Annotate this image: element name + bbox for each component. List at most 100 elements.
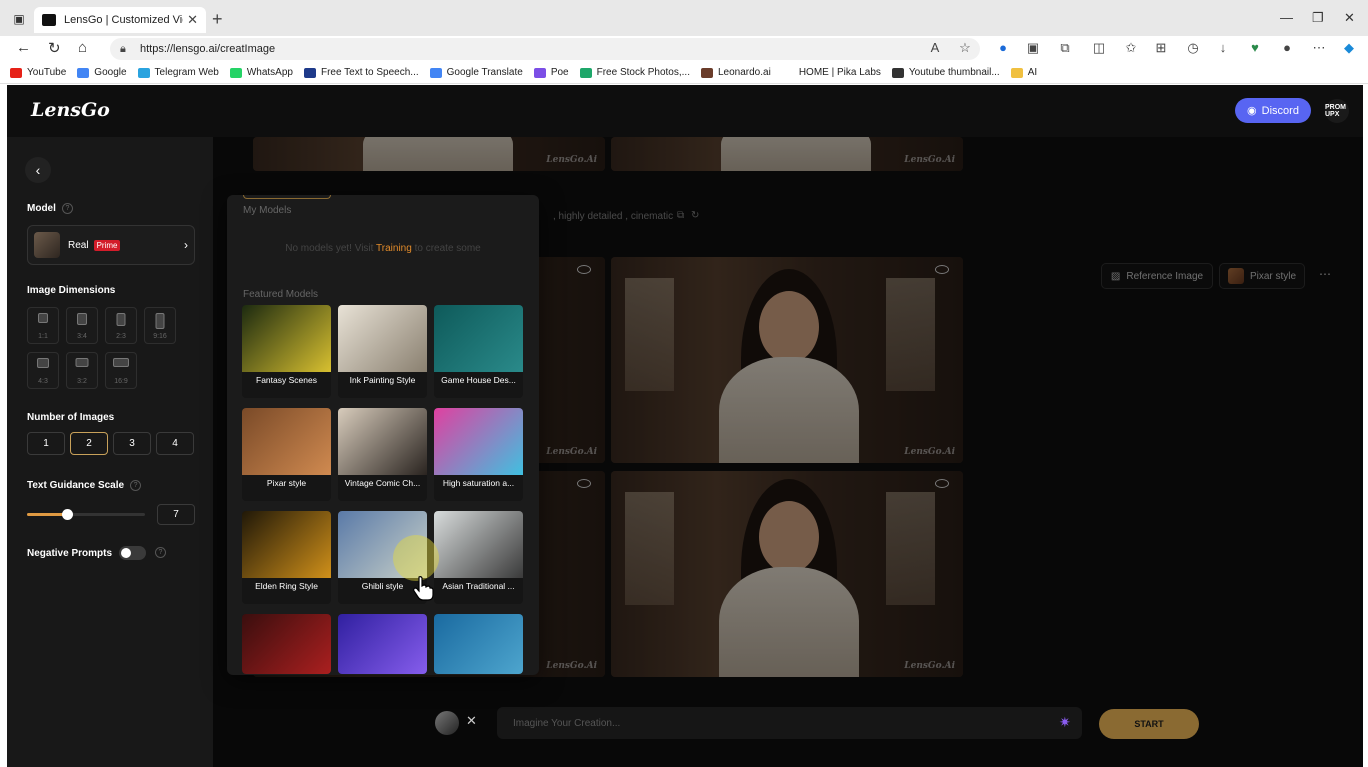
history-icon[interactable]: ◷ [1184,40,1202,56]
aspect-ratio-icon [113,358,129,367]
dimension-option[interactable]: 3:4 [66,307,98,344]
dimension-option[interactable]: 1:1 [27,307,59,344]
favorite-star-icon[interactable]: ☆ [956,40,974,56]
refresh-icon[interactable]: ↻ [48,39,61,57]
bookmark-item[interactable]: Leonardo.ai [700,67,771,78]
reference-image-button[interactable]: ▨ Reference Image [1101,263,1213,289]
more-menu-icon[interactable]: ⋯ [1310,40,1328,56]
bookmark-item[interactable]: AI [1010,67,1037,78]
guidance-slider[interactable] [27,509,145,520]
number-option[interactable]: 4 [156,432,194,455]
dimension-option[interactable]: 16:9 [105,352,137,389]
home-icon[interactable]: ⌂ [78,39,87,56]
featured-model-tile[interactable]: Elden Ring Style [242,511,331,604]
magic-wand-icon[interactable]: ✷ [1059,714,1071,731]
training-link[interactable]: Training [376,243,412,254]
favorites-icon[interactable]: ✩ [1122,40,1140,56]
restore-icon[interactable]: ❐ [1312,10,1324,26]
featured-model-tile[interactable]: High saturation a... [434,408,523,501]
help-icon[interactable]: ? [130,480,142,491]
bookmark-item[interactable]: Google Translate [429,67,523,78]
bookmark-item[interactable]: Poe [533,67,569,78]
extension-icon[interactable]: ● [994,40,1012,55]
prompt-input[interactable] [497,707,1082,739]
bookmark-item[interactable]: HOME | Pika Labs [781,67,881,78]
model-thumbnail [242,614,331,674]
user-avatar[interactable]: PROM UPX [1325,99,1349,123]
copilot-icon[interactable]: ◆ [1340,40,1358,56]
lensgo-favicon-icon [42,14,56,26]
featured-model-tile[interactable] [338,614,427,674]
minimize-icon[interactable]: — [1280,10,1293,25]
browser-tab[interactable]: LensGo | Customized Video Mak ✕ [34,7,206,33]
slider-handle[interactable] [62,509,73,520]
help-icon[interactable]: ? [61,203,73,214]
featured-model-tile[interactable] [242,614,331,674]
close-tab-icon[interactable]: ✕ [187,12,198,28]
view-icon[interactable] [935,479,949,488]
bookmark-item[interactable]: YouTube [10,67,66,78]
read-aloud-icon[interactable]: A [926,40,944,55]
collapse-sidebar-button[interactable]: ‹ [25,157,51,183]
watermark: LensGo.Ai [546,447,597,457]
dimension-option[interactable]: 2:3 [105,307,137,344]
dimension-option[interactable]: 9:16 [144,307,176,344]
featured-model-tile[interactable]: Vintage Comic Ch... [338,408,427,501]
result-image[interactable]: LensGo.Ai [611,257,963,463]
featured-model-tile[interactable]: Game House Des... [434,305,523,398]
style-button[interactable]: Pixar style [1219,263,1305,289]
negative-prompts-toggle[interactable] [119,546,146,560]
url-field[interactable]: 🔒︎ https://lensgo.ai/creatImage [110,38,980,60]
dimension-label: 1:1 [38,333,48,340]
regenerate-icon[interactable]: ↻ [691,210,699,221]
bookmark-item[interactable]: Telegram Web [137,67,219,78]
model-name: Real [68,239,89,251]
start-button[interactable]: START [1099,709,1199,739]
featured-model-tile[interactable]: Ink Painting Style [338,305,427,398]
more-options-icon[interactable]: ⋯ [1319,267,1331,281]
view-icon[interactable] [577,265,591,274]
dimension-option[interactable]: 3:2 [66,352,98,389]
bookmark-item[interactable]: Free Text to Speech... [303,67,419,78]
help-icon[interactable]: ? [155,547,166,558]
number-option[interactable]: 3 [113,432,151,455]
browser-essentials-icon[interactable]: ♥ [1246,40,1264,55]
featured-model-tile[interactable] [434,614,523,674]
collections-icon[interactable]: ⊞ [1152,40,1170,56]
close-window-icon[interactable]: ✕ [1344,10,1355,26]
number-option[interactable]: 2 [70,432,108,455]
featured-model-tile[interactable]: Pixar style [242,408,331,501]
extension-2-icon[interactable]: ▣ [1024,40,1042,56]
lensgo-logo[interactable]: LensGo [31,99,110,121]
discord-button[interactable]: ◉ Discord [1235,98,1311,123]
result-image[interactable]: LensGo.Ai [253,137,605,171]
dimension-option[interactable]: 4:3 [27,352,59,389]
profile-icon[interactable]: ● [1278,40,1296,55]
prime-badge: Prime [93,239,121,251]
remove-model-icon[interactable]: ✕ [466,713,477,729]
bookmark-item[interactable]: Free Stock Photos,... [579,67,690,78]
view-icon[interactable] [935,265,949,274]
bookmark-icon [229,67,242,78]
tab-actions-icon[interactable]: ▣ [10,10,28,28]
featured-model-tile[interactable]: Asian Traditional ... [434,511,523,604]
split-screen-icon[interactable]: ◫ [1090,40,1108,56]
back-arrow-icon[interactable]: ← [16,39,31,56]
bookmark-item[interactable]: Google [77,67,127,78]
extensions-puzzle-icon[interactable]: ⧉ [1056,40,1074,56]
copy-icon[interactable]: ⧉ [677,210,684,221]
guidance-value[interactable]: 7 [157,504,195,525]
featured-model-tile[interactable]: Fantasy Scenes [242,305,331,398]
watermark: LensGo.Ai [546,155,597,165]
number-option[interactable]: 1 [27,432,65,455]
download-icon[interactable]: ↓ [1214,40,1232,55]
new-tab-icon[interactable]: + [212,9,223,30]
model-selector[interactable]: Real Prime › [27,225,195,265]
result-image[interactable]: LensGo.Ai [611,471,963,677]
dimension-label: 4:3 [38,378,48,385]
bookmark-item[interactable]: WhatsApp [229,67,293,78]
bookmark-item[interactable]: Youtube thumbnail... [891,67,1000,78]
result-image[interactable]: LensGo.Ai [611,137,963,171]
view-icon[interactable] [577,479,591,488]
watermark: LensGo.Ai [904,155,955,165]
